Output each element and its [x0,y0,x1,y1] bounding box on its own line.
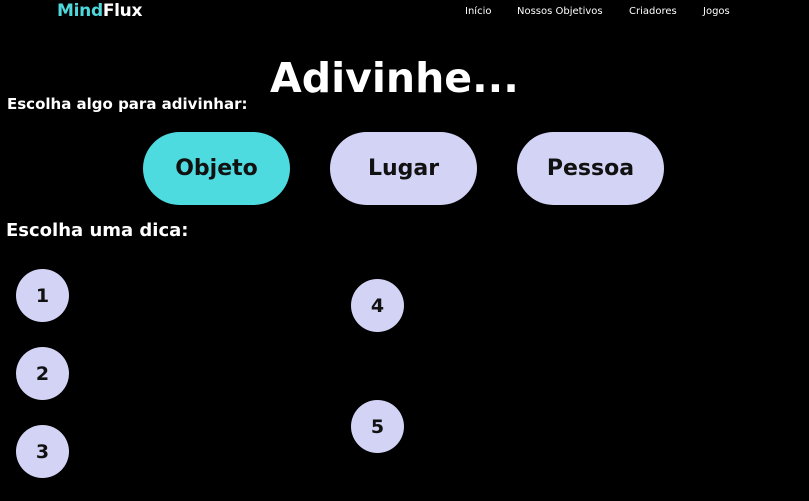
hint-2-button[interactable]: 2 [16,347,69,400]
hint-4-button[interactable]: 4 [351,279,404,332]
category-prompt: Escolha algo para adivinhar: [7,95,248,113]
category-lugar-button[interactable]: Lugar [330,132,477,205]
hint-prompt: Escolha uma dica: [6,220,189,241]
nav-criadores[interactable]: Criadores [629,6,677,17]
nav-inicio[interactable]: Início [465,6,491,17]
page-title: Adivinhe... [270,54,519,102]
hint-3-button[interactable]: 3 [16,425,69,478]
category-objeto-button[interactable]: Objeto [143,132,290,205]
hint-1-button[interactable]: 1 [16,269,69,322]
category-pessoa-button[interactable]: Pessoa [517,132,664,205]
nav-jogos[interactable]: Jogos [703,6,730,17]
hint-5-button[interactable]: 5 [351,400,404,453]
nav-nossos-objetivos[interactable]: Nossos Objetivos [517,6,603,17]
top-nav: Início Nossos Objetivos Criadores Jogos [0,6,809,20]
